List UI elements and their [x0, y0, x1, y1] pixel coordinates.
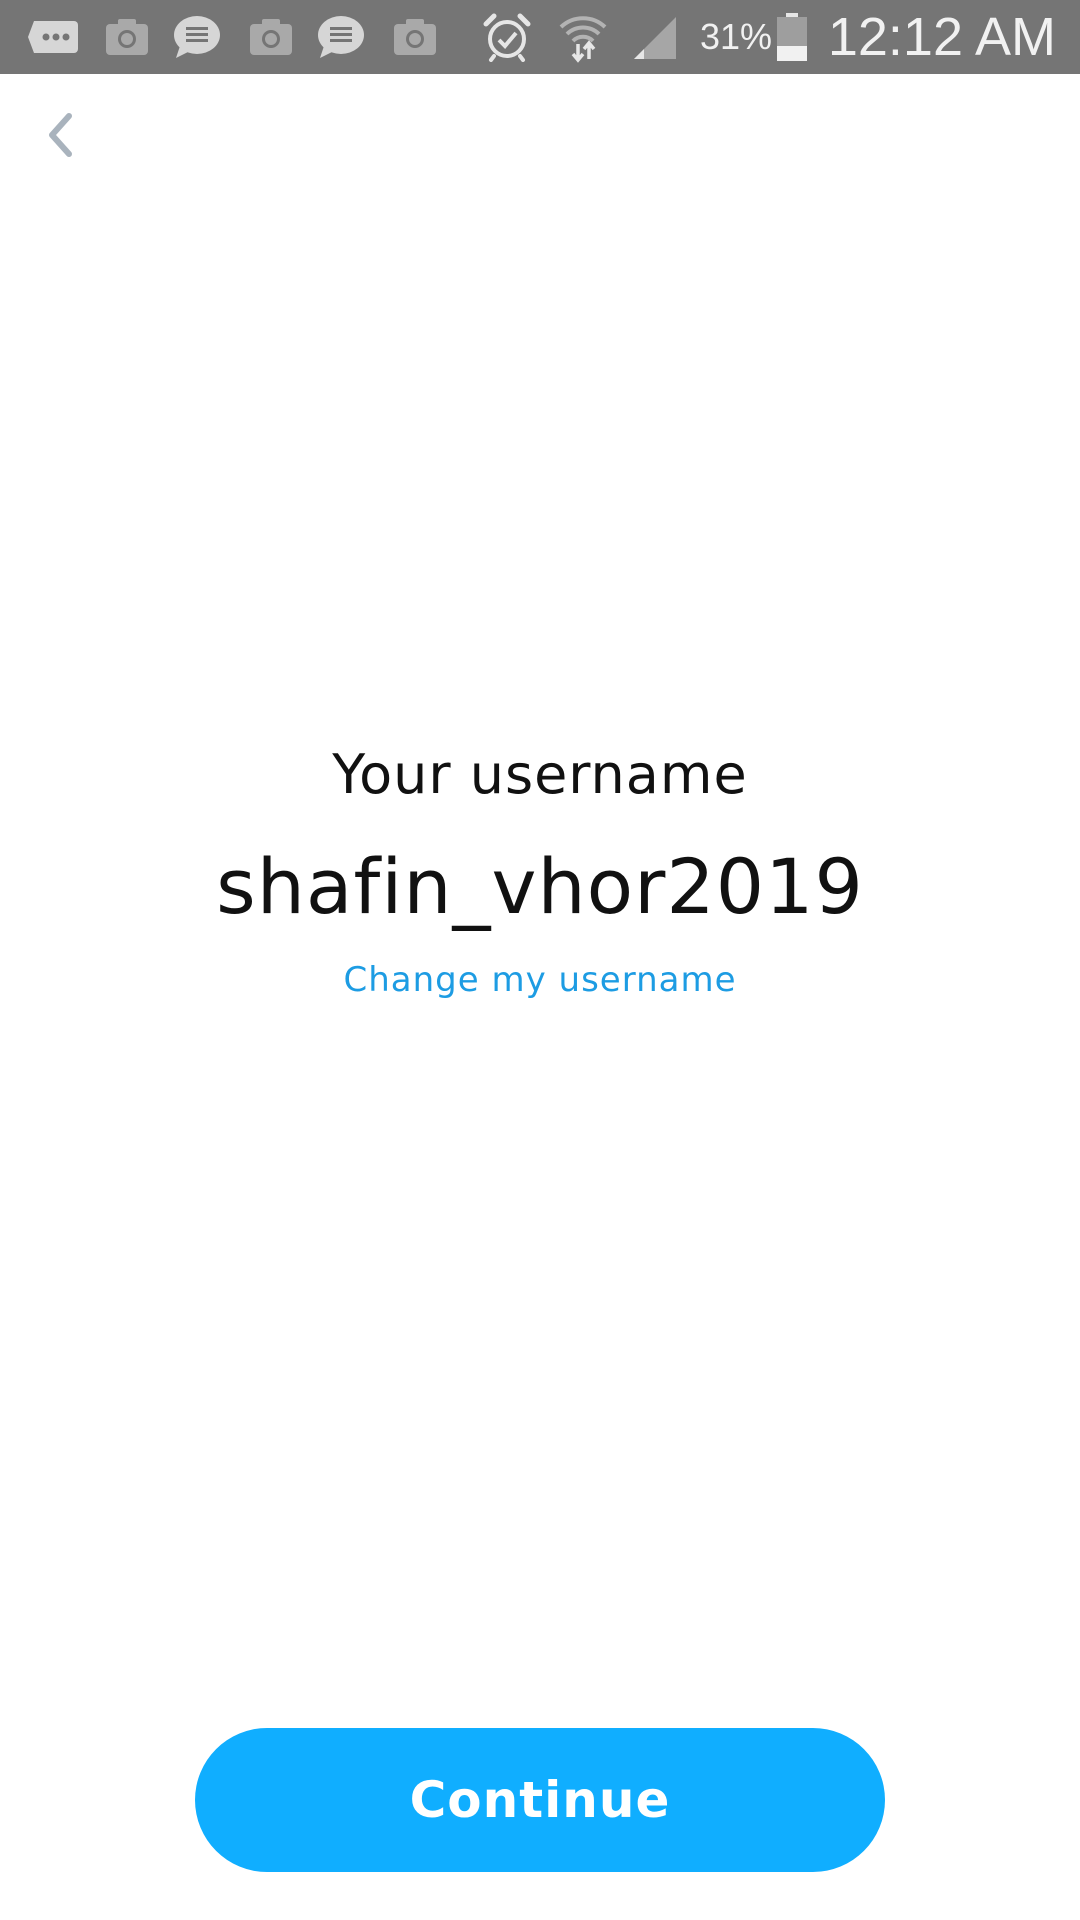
page-title: Your username: [332, 743, 748, 806]
camera-icon: [244, 10, 298, 64]
back-button[interactable]: [32, 100, 88, 170]
chevron-left-icon: [49, 113, 72, 157]
camera-icon: [388, 10, 442, 64]
alarm-icon: [480, 10, 534, 64]
battery-icon: [772, 10, 812, 64]
change-username-link[interactable]: Change my username: [343, 955, 736, 1005]
username-summary: Your username shafin_vhor2019 Change my …: [0, 735, 1080, 1005]
continue-button[interactable]: Continue: [195, 1728, 885, 1872]
username-screen: 31% 12:12 AM Your username shafin_vhor20…: [0, 0, 1080, 1920]
wifi-icon: [556, 10, 610, 64]
message-icon: [170, 10, 224, 64]
battery-percentage: 31%: [700, 16, 773, 57]
camera-icon: [100, 10, 154, 64]
username-display: shafin_vhor2019: [216, 842, 864, 931]
more-dots-icon: [26, 10, 80, 64]
signal-icon: [628, 10, 682, 64]
status-clock: 12:12 AM: [827, 7, 1056, 67]
status-bar: 31% 12:12 AM: [0, 0, 1080, 74]
message-icon: [314, 10, 368, 64]
